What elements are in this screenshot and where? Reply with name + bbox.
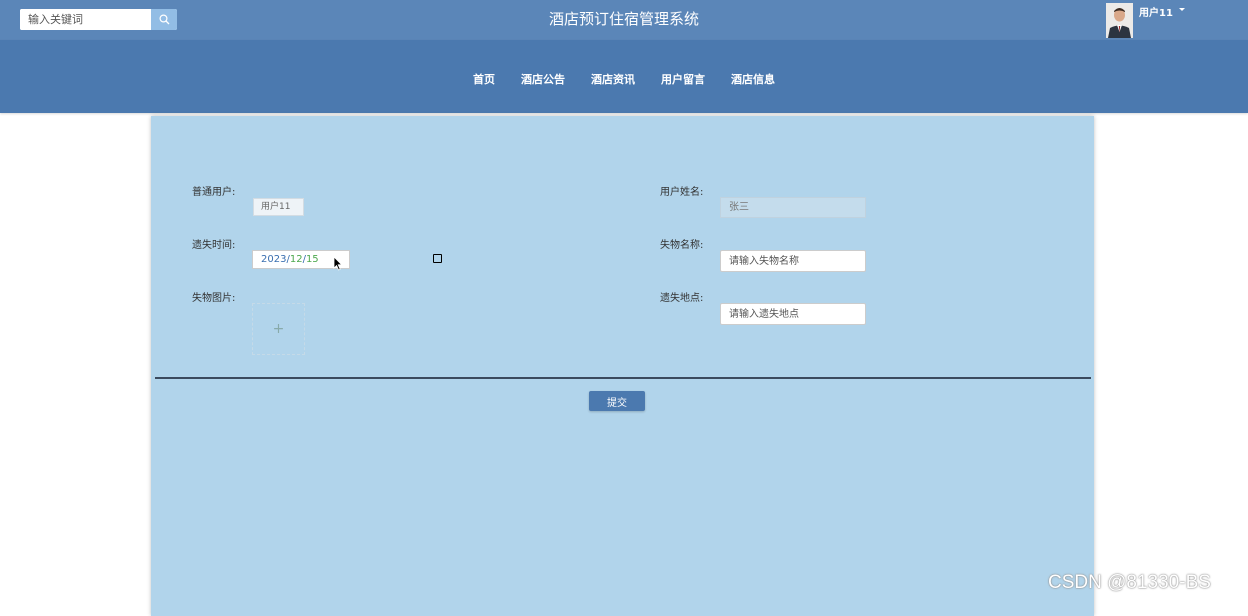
submit-button[interactable]: 提交 <box>589 391 645 411</box>
user-photo-icon <box>1106 3 1133 38</box>
date-month: 12 <box>289 254 303 265</box>
item-name-label: 失物名称: <box>660 240 704 251</box>
nav-bar: 首页 酒店公告 酒店资讯 用户留言 酒店信息 <box>0 40 1248 113</box>
form-panel: 普通用户: 用户11 用户姓名: 张三 遗失时间: 2023/12/15 失物名… <box>151 116 1094 616</box>
date-year: 2023 <box>261 254 287 265</box>
watermark: CSDN @81330-BS <box>1048 572 1211 593</box>
avatar[interactable] <box>1106 3 1133 38</box>
site-title: 酒店预订住宿管理系统 <box>548 10 699 28</box>
item-name-input[interactable] <box>720 250 866 272</box>
nav-item-hotel-info[interactable]: 酒店信息 <box>731 71 775 87</box>
nav-item-hotel-news[interactable]: 酒店资讯 <box>591 71 635 87</box>
mouse-cursor-icon <box>333 256 343 271</box>
lost-place-label: 遗失地点: <box>660 293 704 304</box>
divider <box>155 377 1091 379</box>
name-field: 张三 <box>720 197 866 218</box>
nav-item-home[interactable]: 首页 <box>473 71 495 87</box>
lost-time-label: 遗失时间: <box>192 240 236 251</box>
user-field: 用户11 <box>253 198 304 216</box>
date-day: 15 <box>305 254 319 265</box>
name-label: 用户姓名: <box>660 187 704 198</box>
lost-place-input[interactable] <box>720 303 866 325</box>
nav-item-user-messages[interactable]: 用户留言 <box>661 71 705 87</box>
user-name[interactable]: 用户11 <box>1139 4 1173 19</box>
nav-item-hotel-announcements[interactable]: 酒店公告 <box>521 71 565 87</box>
item-image-label: 失物图片: <box>192 293 236 304</box>
calendar-icon[interactable] <box>433 254 442 263</box>
image-upload-button[interactable]: + <box>252 303 305 355</box>
user-label: 普通用户: <box>192 187 236 198</box>
nav-list: 首页 酒店公告 酒店资讯 用户留言 酒店信息 <box>0 71 1248 87</box>
top-bar: 酒店预订住宿管理系统 用户11 <box>0 0 1248 40</box>
chevron-down-icon[interactable] <box>1179 8 1185 11</box>
